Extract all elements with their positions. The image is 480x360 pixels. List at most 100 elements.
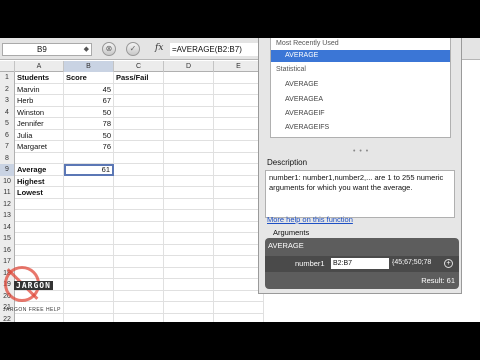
- row-header[interactable]: 15: [0, 233, 15, 245]
- table-cell[interactable]: [214, 256, 264, 268]
- table-cell[interactable]: [214, 106, 264, 118]
- table-cell[interactable]: [214, 221, 264, 233]
- table-cell[interactable]: [64, 152, 114, 164]
- table-cell[interactable]: [164, 313, 214, 322]
- table-cell[interactable]: [114, 83, 164, 95]
- table-cell[interactable]: [214, 267, 264, 279]
- table-cell[interactable]: [164, 290, 214, 302]
- table-cell[interactable]: [64, 313, 114, 322]
- function-item-average-recent[interactable]: AVERAGE: [271, 50, 450, 62]
- table-cell[interactable]: [214, 83, 264, 95]
- table-cell[interactable]: [164, 302, 214, 314]
- function-item-averagea[interactable]: AVERAGEA: [271, 94, 450, 106]
- active-cell[interactable]: 61: [64, 164, 114, 176]
- table-cell[interactable]: [64, 279, 114, 291]
- table-cell[interactable]: [214, 210, 264, 222]
- chevron-down-icon[interactable]: ◆: [84, 44, 89, 55]
- table-cell[interactable]: 50: [64, 106, 114, 118]
- table-cell[interactable]: [214, 152, 264, 164]
- table-cell[interactable]: [214, 313, 264, 322]
- table-cell[interactable]: [114, 221, 164, 233]
- row-header[interactable]: 2: [0, 83, 15, 95]
- table-cell[interactable]: [114, 313, 164, 322]
- table-cell[interactable]: [114, 244, 164, 256]
- row-header[interactable]: 11: [0, 187, 15, 199]
- table-cell[interactable]: [164, 129, 214, 141]
- table-cell[interactable]: 45: [64, 83, 114, 95]
- table-cell[interactable]: [15, 313, 64, 322]
- table-cell[interactable]: Herb: [15, 95, 64, 107]
- row-header[interactable]: 4: [0, 106, 15, 118]
- table-cell[interactable]: Average: [15, 164, 64, 176]
- table-cell[interactable]: [114, 106, 164, 118]
- table-cell[interactable]: [164, 164, 214, 176]
- row-header[interactable]: 22: [0, 313, 15, 322]
- row-header[interactable]: 7: [0, 141, 15, 153]
- function-item-averageif[interactable]: AVERAGEIF: [271, 108, 450, 120]
- resize-grip[interactable]: • • •: [353, 148, 369, 155]
- function-list[interactable]: Most Recently Used AVERAGE Statistical A…: [270, 38, 451, 138]
- row-header[interactable]: 12: [0, 198, 15, 210]
- table-cell[interactable]: Marvin: [15, 83, 64, 95]
- table-cell[interactable]: [64, 233, 114, 245]
- table-cell[interactable]: [114, 95, 164, 107]
- table-cell[interactable]: Margaret: [15, 141, 64, 153]
- table-cell[interactable]: [64, 210, 114, 222]
- column-header-e[interactable]: E: [214, 61, 264, 72]
- row-header[interactable]: 10: [0, 175, 15, 187]
- row-header[interactable]: 5: [0, 118, 15, 130]
- table-cell[interactable]: Highest: [15, 175, 64, 187]
- table-cell[interactable]: [214, 302, 264, 314]
- table-cell[interactable]: [114, 233, 164, 245]
- table-cell[interactable]: 78: [64, 118, 114, 130]
- column-header-a[interactable]: A: [15, 61, 64, 72]
- row-header[interactable]: 13: [0, 210, 15, 222]
- table-cell[interactable]: [64, 302, 114, 314]
- table-cell[interactable]: [164, 95, 214, 107]
- row-header[interactable]: 16: [0, 244, 15, 256]
- table-cell[interactable]: [164, 118, 214, 130]
- table-cell[interactable]: [64, 267, 114, 279]
- table-cell[interactable]: [64, 187, 114, 199]
- row-header[interactable]: 3: [0, 95, 15, 107]
- table-cell[interactable]: [64, 244, 114, 256]
- add-argument-icon[interactable]: +: [444, 259, 453, 268]
- table-cell[interactable]: [64, 221, 114, 233]
- table-cell[interactable]: [214, 118, 264, 130]
- table-cell[interactable]: [214, 95, 264, 107]
- row-header[interactable]: 8: [0, 152, 15, 164]
- table-cell[interactable]: 50: [64, 129, 114, 141]
- table-cell[interactable]: [64, 198, 114, 210]
- table-cell[interactable]: 67: [64, 95, 114, 107]
- table-cell[interactable]: [214, 141, 264, 153]
- table-cell[interactable]: [214, 290, 264, 302]
- table-cell[interactable]: [164, 175, 214, 187]
- table-cell[interactable]: [164, 210, 214, 222]
- table-cell[interactable]: [164, 83, 214, 95]
- table-cell[interactable]: [164, 267, 214, 279]
- row-header[interactable]: 1: [0, 72, 15, 84]
- table-cell[interactable]: [114, 187, 164, 199]
- name-box[interactable]: B9 ◆: [2, 43, 92, 56]
- function-item-averageifs[interactable]: AVERAGEIFS: [271, 122, 450, 134]
- table-cell[interactable]: [114, 279, 164, 291]
- table-cell[interactable]: [114, 290, 164, 302]
- table-cell[interactable]: [214, 187, 264, 199]
- table-cell[interactable]: [15, 152, 64, 164]
- table-cell[interactable]: Students: [15, 72, 64, 84]
- table-cell[interactable]: [15, 210, 64, 222]
- table-cell[interactable]: [214, 129, 264, 141]
- table-cell[interactable]: [214, 244, 264, 256]
- column-header-c[interactable]: C: [114, 61, 164, 72]
- table-cell[interactable]: [15, 233, 64, 245]
- cancel-formula-button[interactable]: ⊗: [102, 42, 116, 56]
- table-cell[interactable]: [164, 244, 214, 256]
- table-cell[interactable]: [164, 187, 214, 199]
- table-cell[interactable]: [164, 279, 214, 291]
- table-cell[interactable]: [114, 141, 164, 153]
- table-cell[interactable]: Winston: [15, 106, 64, 118]
- table-cell[interactable]: [64, 256, 114, 268]
- table-cell[interactable]: [114, 267, 164, 279]
- row-header[interactable]: 6: [0, 129, 15, 141]
- table-cell[interactable]: [15, 244, 64, 256]
